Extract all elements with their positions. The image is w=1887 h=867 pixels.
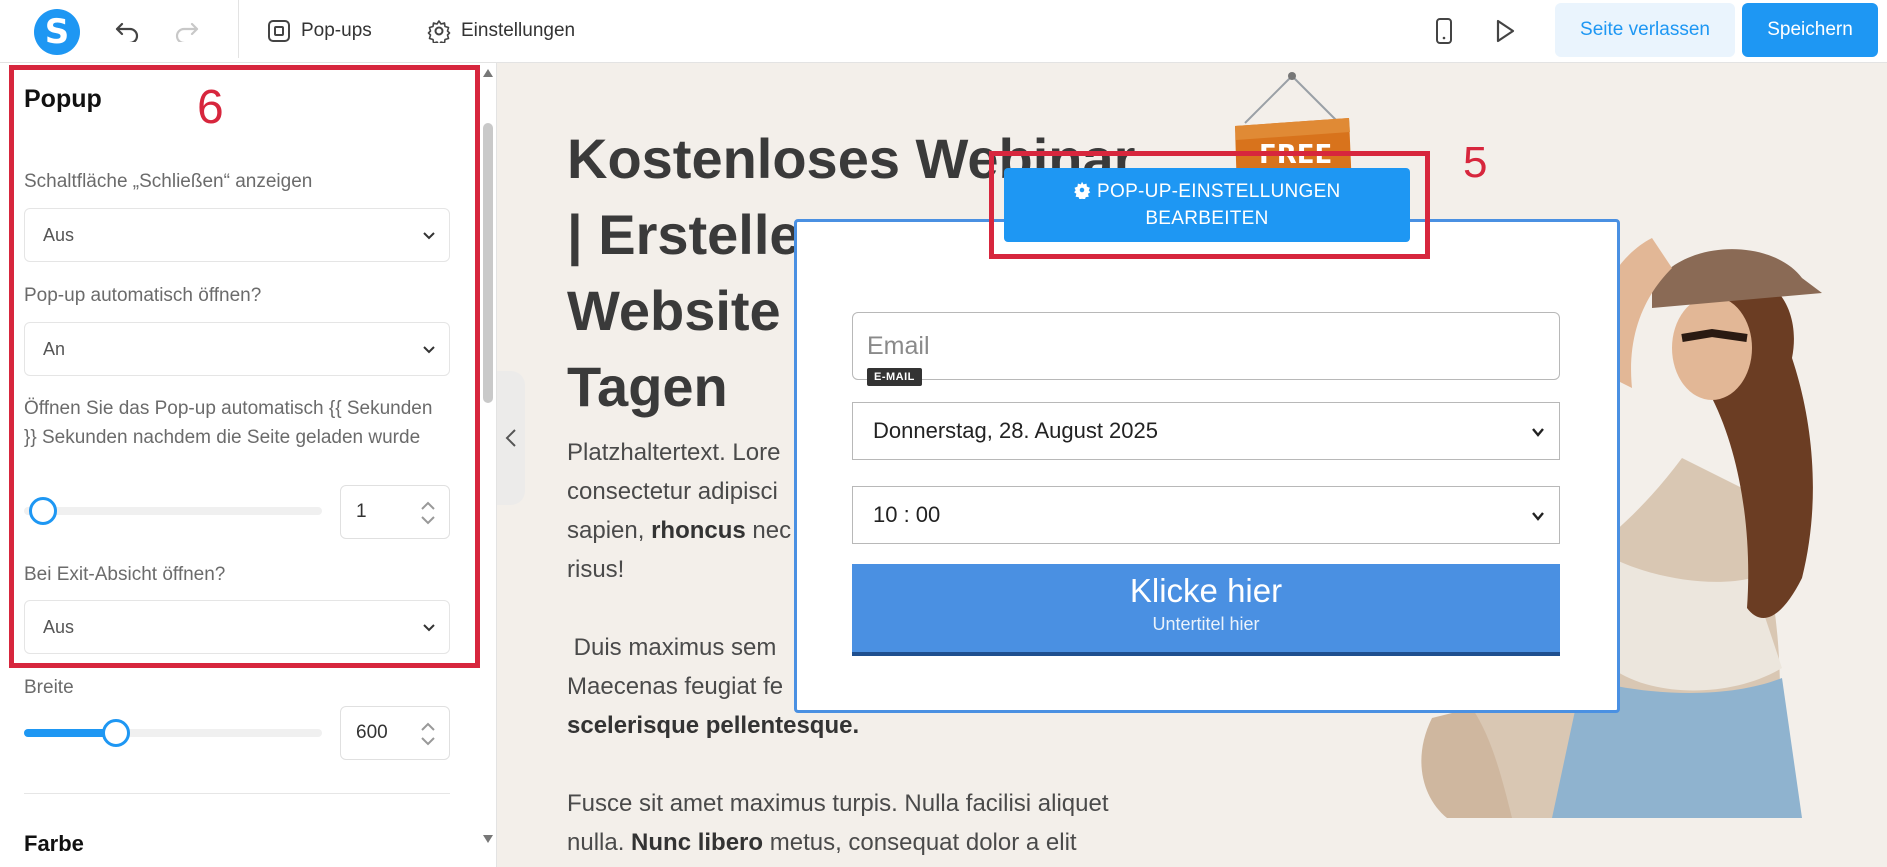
toolbar-divider: [238, 0, 239, 58]
play-preview-icon[interactable]: [1488, 14, 1522, 48]
popups-button[interactable]: Pop-ups: [267, 14, 372, 48]
sidebar-collapse-toggle[interactable]: [497, 371, 525, 505]
scroll-up-icon[interactable]: [483, 69, 493, 77]
annotation-box-popup: [989, 151, 1430, 259]
scroll-thumb[interactable]: [483, 123, 493, 403]
date-value: Donnerstag, 28. August 2025: [873, 418, 1158, 443]
chevron-down-icon: [1532, 512, 1544, 521]
stepper-arrows-icon[interactable]: [419, 719, 437, 749]
cta-subtitle: Untertitel hier: [1152, 614, 1260, 634]
popup-modal[interactable]: Email E-MAIL Donnerstag, 28. August 2025…: [794, 219, 1620, 713]
chevron-down-icon: [1532, 428, 1544, 437]
cta-label: Klicke hier: [1129, 572, 1283, 609]
gear-icon: [427, 20, 451, 43]
app-logo[interactable]: S: [34, 9, 80, 55]
time-select[interactable]: 10 : 00: [852, 486, 1560, 544]
width-label: Breite: [24, 677, 74, 698]
email-field[interactable]: Email: [852, 312, 1560, 380]
settings-button[interactable]: Einstellungen: [427, 14, 575, 48]
mobile-preview-icon[interactable]: [1427, 14, 1461, 48]
section-divider: [24, 793, 450, 794]
time-value: 10 : 00: [873, 502, 941, 527]
top-toolbar: S Pop-ups Einstellungen Seite verlassen …: [0, 0, 1887, 63]
cta-button[interactable]: Klicke hier Untertitel hier: [852, 564, 1560, 656]
popups-label: Pop-ups: [301, 20, 372, 41]
popup-window-icon: [268, 20, 290, 42]
color-heading: Farbe: [24, 831, 84, 856]
chevron-left-icon: [505, 429, 516, 447]
annotation-label-6: 6: [197, 81, 224, 134]
email-tag: E-MAIL: [867, 368, 922, 386]
width-slider-handle[interactable]: [102, 719, 131, 747]
para-line: nulla. Nunc libero metus, consequat dolo…: [567, 829, 1077, 856]
save-button[interactable]: Speichern: [1742, 3, 1878, 57]
annotation-label-5: 5: [1463, 138, 1488, 187]
leave-page-button[interactable]: Seite verlassen: [1555, 3, 1735, 57]
scroll-down-icon[interactable]: [483, 835, 493, 843]
redo-icon[interactable]: [170, 14, 204, 48]
width-slider[interactable]: [24, 719, 322, 747]
settings-label: Einstellungen: [461, 20, 576, 41]
email-placeholder: Email: [867, 331, 930, 360]
undo-icon[interactable]: [110, 14, 144, 48]
width-number-input[interactable]: 600: [340, 706, 450, 760]
para-line: Fusce sit amet maximus turpis. Nulla fac…: [567, 790, 1109, 817]
annotation-box-sidebar: [9, 65, 480, 668]
date-select[interactable]: Donnerstag, 28. August 2025: [852, 402, 1560, 460]
width-value: 600: [356, 722, 388, 743]
sidebar-scrollbar[interactable]: [480, 63, 496, 867]
